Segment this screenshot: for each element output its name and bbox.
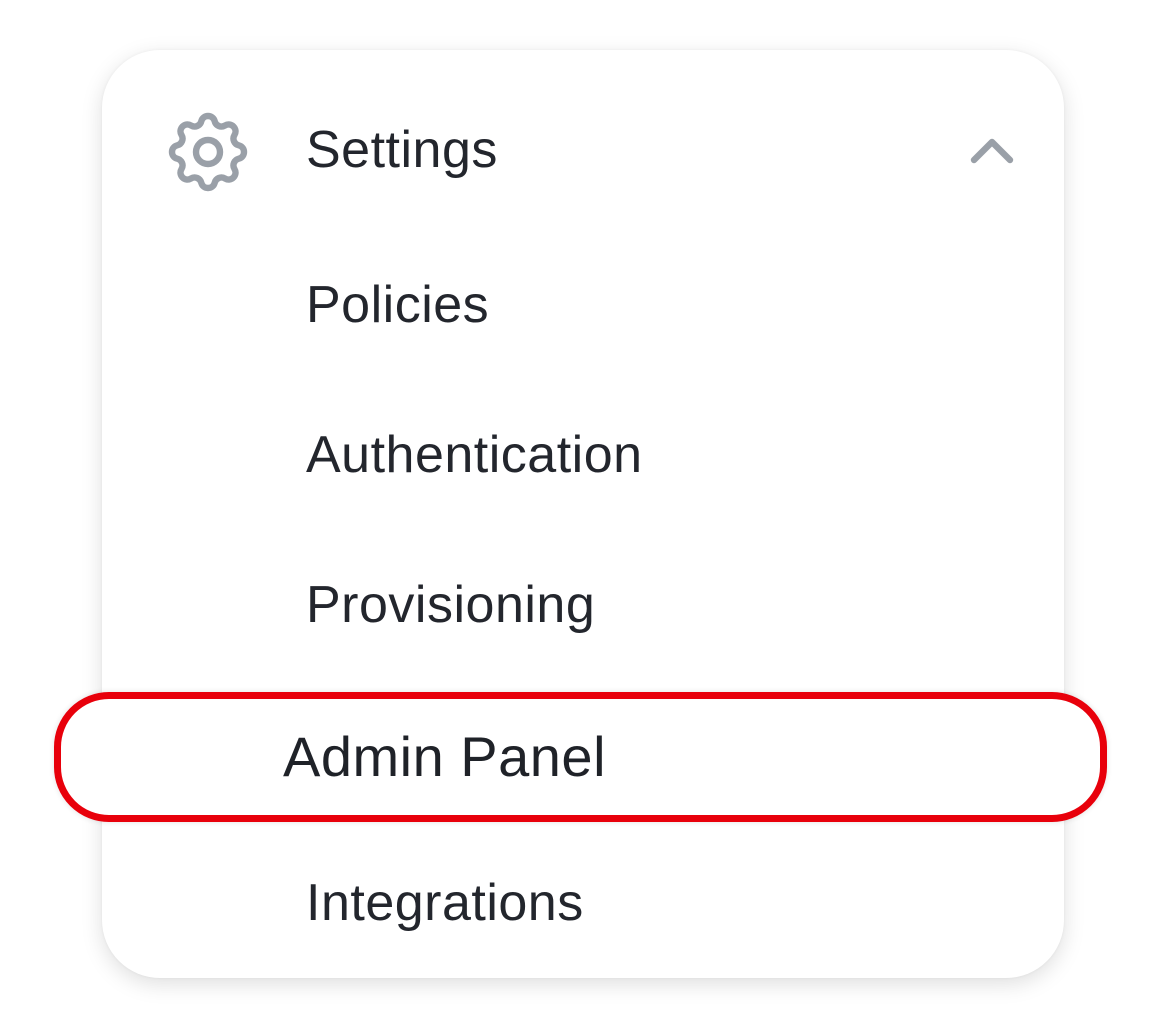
- menu-item-admin-panel[interactable]: Admin Panel: [283, 699, 606, 815]
- menu-item-authentication[interactable]: Authentication: [306, 405, 643, 505]
- gear-icon: [160, 104, 256, 200]
- settings-menu-card: Settings Policies Authentication Provisi…: [102, 50, 1064, 978]
- settings-header-toggle[interactable]: Settings: [102, 90, 1064, 210]
- chevron-up-icon[interactable]: [966, 128, 1018, 172]
- menu-item-provisioning[interactable]: Provisioning: [306, 555, 595, 655]
- settings-header-label: Settings: [306, 121, 498, 179]
- menu-item-policies[interactable]: Policies: [306, 255, 489, 355]
- highlight-box-admin-panel: Admin Panel: [54, 692, 1107, 822]
- menu-item-integrations[interactable]: Integrations: [306, 853, 584, 953]
- stage: Settings Policies Authentication Provisi…: [0, 0, 1162, 1029]
